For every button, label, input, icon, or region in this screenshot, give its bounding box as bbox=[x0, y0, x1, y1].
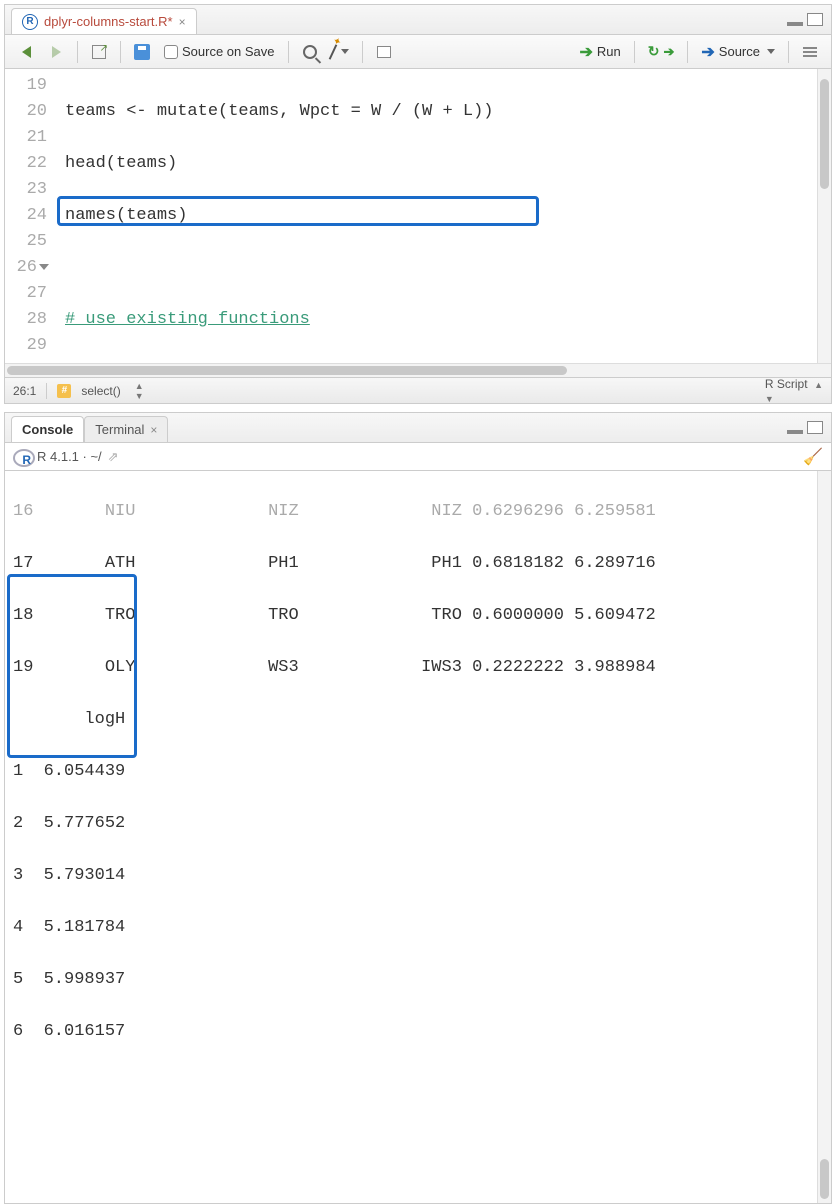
updown-icon[interactable]: ▲▼ bbox=[135, 381, 144, 401]
arrow-right-icon bbox=[52, 46, 61, 58]
code-tools-button[interactable] bbox=[327, 40, 354, 64]
tab-console[interactable]: Console bbox=[11, 416, 84, 442]
fold-icon[interactable] bbox=[39, 264, 49, 270]
table-row: 2 5.777652 bbox=[13, 811, 823, 837]
popout-icon[interactable]: ⇗ bbox=[108, 449, 119, 465]
window-controls bbox=[787, 13, 831, 26]
code-line[interactable]: # use existing functions bbox=[65, 307, 827, 333]
r-file-icon: R bbox=[22, 14, 38, 30]
highlight-annotation bbox=[57, 196, 539, 226]
nav-back-button[interactable] bbox=[13, 40, 39, 64]
window-controls bbox=[787, 421, 831, 434]
r-version-label: R 4.1.1 · ~/ bbox=[37, 449, 102, 464]
rerun-arrow-icon: ➔ bbox=[663, 44, 674, 60]
rerun-button[interactable]: ↻➔ bbox=[643, 40, 680, 64]
file-type-selector[interactable]: R Script ▲ ▼ bbox=[765, 377, 823, 405]
close-icon[interactable]: × bbox=[179, 15, 186, 29]
code-area[interactable]: teams <- mutate(teams, Wpct = W / (W + L… bbox=[61, 69, 831, 363]
source-on-save-label: Source on Save bbox=[182, 44, 275, 59]
chevron-down-icon bbox=[341, 49, 349, 54]
editor-horizontal-scrollbar[interactable] bbox=[5, 363, 831, 377]
run-arrow-icon: ➔ bbox=[579, 42, 592, 62]
source-on-save-toggle[interactable]: Source on Save bbox=[159, 40, 280, 64]
find-button[interactable] bbox=[297, 40, 323, 64]
editor-tabbar: R dplyr-columns-start.R* × bbox=[5, 5, 831, 35]
table-row: 6 6.016157 bbox=[13, 1019, 823, 1045]
maximize-icon[interactable] bbox=[807, 13, 823, 26]
table-row: 5 5.998937 bbox=[13, 967, 823, 993]
table-row: 17 ATH PH1 PH1 0.6818182 6.289716 bbox=[13, 551, 823, 577]
minimize-icon[interactable] bbox=[787, 430, 803, 434]
source-button[interactable]: ➔ Source bbox=[696, 40, 780, 64]
checkbox-icon bbox=[164, 45, 178, 59]
table-row: 16 NIU NIZ NIZ 0.6296296 6.259581 bbox=[13, 499, 823, 525]
arrow-left-icon bbox=[22, 46, 31, 58]
cursor-position: 26:1 bbox=[13, 384, 36, 398]
close-icon[interactable]: × bbox=[150, 423, 157, 437]
editor-body[interactable]: 19 20 21 22 23 24 25 26 27 28 29 teams <… bbox=[5, 69, 831, 363]
table-row: 3 5.793014 bbox=[13, 863, 823, 889]
outline-button[interactable] bbox=[797, 40, 823, 64]
minimize-icon[interactable] bbox=[787, 22, 803, 26]
source-label: Source bbox=[719, 44, 760, 59]
maximize-icon[interactable] bbox=[807, 421, 823, 434]
popout-icon: ↗ bbox=[92, 45, 106, 59]
code-line[interactable] bbox=[65, 255, 827, 281]
nav-forward-button[interactable] bbox=[43, 40, 69, 64]
wand-icon bbox=[328, 44, 337, 59]
chevron-down-icon bbox=[767, 49, 775, 54]
line-gutter: 19 20 21 22 23 24 25 26 27 28 29 bbox=[5, 69, 61, 363]
console-tabbar: Console Terminal × bbox=[5, 413, 831, 443]
console-output[interactable]: 16 NIU NIZ NIZ 0.6296296 6.259581 17 ATH… bbox=[5, 471, 831, 1203]
search-icon bbox=[303, 45, 317, 59]
terminal-tab-label: Terminal bbox=[95, 422, 144, 437]
clear-console-button[interactable]: 🧹 bbox=[803, 447, 823, 467]
source-arrow-icon: ➔ bbox=[701, 42, 714, 62]
rerun-icon: ↻ bbox=[648, 43, 660, 60]
compile-report-button[interactable] bbox=[371, 40, 397, 64]
console-tab-label: Console bbox=[22, 422, 73, 437]
file-tab-label: dplyr-columns-start.R* bbox=[44, 14, 173, 29]
notebook-icon bbox=[377, 46, 391, 58]
run-button[interactable]: ➔ Run bbox=[574, 40, 625, 64]
save-icon bbox=[134, 44, 150, 60]
console-infobar: R 4.1.1 · ~/ ⇗ 🧹 bbox=[5, 443, 831, 471]
code-line[interactable]: teams <- mutate(teams, Wpct = W / (W + L… bbox=[65, 99, 827, 125]
show-in-new-window-button[interactable]: ↗ bbox=[86, 40, 112, 64]
editor-vertical-scrollbar[interactable] bbox=[817, 69, 831, 363]
file-tab[interactable]: R dplyr-columns-start.R* × bbox=[11, 8, 197, 34]
console-vertical-scrollbar[interactable] bbox=[817, 471, 831, 1203]
table-row: 4 5.181784 bbox=[13, 915, 823, 941]
code-line[interactable]: head(teams) bbox=[65, 151, 827, 177]
r-logo-icon bbox=[13, 448, 31, 466]
highlight-annotation bbox=[7, 574, 137, 758]
outline-icon bbox=[803, 47, 817, 57]
save-button[interactable] bbox=[129, 40, 155, 64]
editor-statusbar: 26:1 # select() ▲▼ R Script ▲ ▼ bbox=[5, 377, 831, 403]
editor-pane: R dplyr-columns-start.R* × ↗ Source on S… bbox=[4, 4, 832, 404]
tab-terminal[interactable]: Terminal × bbox=[84, 416, 168, 442]
table-row: 1 6.054439 bbox=[13, 759, 823, 785]
console-pane: Console Terminal × R 4.1.1 · ~/ ⇗ 🧹 16 N… bbox=[4, 412, 832, 1204]
editor-toolbar: ↗ Source on Save ➔ Run ↻➔ ➔ Source bbox=[5, 35, 831, 69]
section-badge-icon: # bbox=[57, 384, 71, 398]
section-name[interactable]: select() bbox=[81, 384, 120, 398]
run-label: Run bbox=[597, 44, 621, 59]
